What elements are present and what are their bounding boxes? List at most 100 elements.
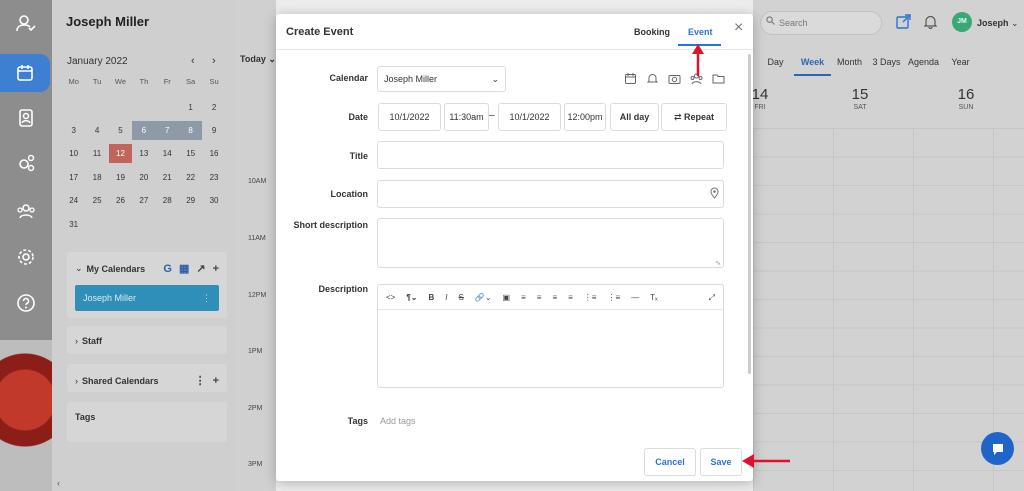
- fullscreen-icon[interactable]: ⤢: [709, 293, 715, 303]
- ordered-list-icon[interactable]: ⋮≡: [584, 293, 597, 302]
- calendar-day[interactable]: 2: [202, 103, 225, 112]
- windows-icon[interactable]: ▦: [179, 262, 189, 275]
- calendar-day[interactable]: 12: [108, 144, 133, 164]
- next-month-icon[interactable]: ›: [212, 55, 216, 67]
- image-icon[interactable]: ▣: [503, 293, 511, 302]
- prev-month-icon[interactable]: ‹: [191, 55, 195, 67]
- calendar-day[interactable]: 26: [109, 196, 132, 205]
- calendar-day[interactable]: 1: [179, 103, 202, 112]
- avatar[interactable]: JM: [952, 12, 972, 32]
- calendar-day[interactable]: 5: [109, 126, 132, 135]
- align-center-icon[interactable]: ≡: [537, 293, 542, 302]
- calendar-day[interactable]: 8: [178, 120, 203, 140]
- team-icon[interactable]: [0, 192, 52, 230]
- share-link-icon[interactable]: [896, 14, 911, 32]
- calendar-day[interactable]: 4: [85, 126, 108, 135]
- add-calendar-icon[interactable]: +: [213, 263, 219, 275]
- calendar-day[interactable]: 11: [85, 149, 108, 158]
- user-menu[interactable]: Joseph ⌄: [977, 18, 1019, 29]
- horizontal-rule-icon[interactable]: —: [631, 293, 639, 302]
- calendar-day[interactable]: 25: [85, 196, 108, 205]
- save-button[interactable]: Save: [700, 448, 742, 476]
- calendar-nav-icon[interactable]: [0, 54, 50, 92]
- tab-event[interactable]: Event: [688, 27, 713, 37]
- collapse-panel-icon[interactable]: ‹: [57, 478, 60, 488]
- calendar-icon[interactable]: [624, 72, 637, 85]
- calendar-day[interactable]: 16: [202, 149, 225, 158]
- settings-gear-icon[interactable]: [0, 238, 52, 276]
- staff-section[interactable]: › Staff: [67, 326, 227, 354]
- calendar-day[interactable]: 17: [62, 173, 85, 182]
- external-link-icon[interactable]: ↗: [196, 262, 205, 275]
- view-tab[interactable]: Week: [794, 57, 831, 76]
- view-tab[interactable]: Year: [942, 57, 979, 76]
- calendar-day[interactable]: 24: [62, 196, 85, 205]
- calendar-day[interactable]: 14: [156, 149, 179, 158]
- title-input[interactable]: [377, 141, 724, 169]
- all-day-toggle[interactable]: All day: [610, 103, 659, 131]
- calendar-day[interactable]: 28: [156, 196, 179, 205]
- calendar-day[interactable]: 13: [132, 149, 155, 158]
- calendar-day[interactable]: 22: [179, 173, 202, 182]
- tab-booking[interactable]: Booking: [634, 27, 670, 37]
- end-date-input[interactable]: 10/1/2022: [498, 103, 561, 131]
- calendar-day[interactable]: 3: [62, 126, 85, 135]
- today-button[interactable]: Today ⌄: [240, 54, 276, 65]
- contacts-icon[interactable]: [0, 99, 52, 137]
- bell-icon[interactable]: [646, 72, 659, 85]
- end-time-input[interactable]: 12:00pm: [564, 103, 606, 131]
- view-tab[interactable]: 3 Days: [868, 57, 905, 76]
- calendar-day[interactable]: 18: [85, 173, 108, 182]
- calendar-day[interactable]: 6: [132, 120, 156, 140]
- code-icon[interactable]: <>: [386, 293, 395, 302]
- cancel-button[interactable]: Cancel: [644, 448, 696, 476]
- calendar-day[interactable]: 31: [62, 220, 85, 229]
- calendar-item[interactable]: Joseph Miller ⋮: [75, 285, 219, 311]
- collapse-chevron-icon[interactable]: ⌄: [75, 263, 83, 274]
- calendar-day[interactable]: 9: [202, 126, 225, 135]
- user-check-icon[interactable]: [0, 4, 52, 42]
- resize-handle-icon[interactable]: ∿: [715, 259, 721, 267]
- dialog-scrollbar[interactable]: [748, 54, 751, 374]
- link-icon[interactable]: 🔗⌄: [475, 293, 492, 302]
- start-time-input[interactable]: 11:30am: [444, 103, 489, 131]
- italic-icon[interactable]: I: [445, 293, 447, 302]
- help-icon[interactable]: [0, 284, 52, 322]
- calendar-day[interactable]: 20: [132, 173, 155, 182]
- shared-calendars-section[interactable]: › Shared Calendars ⋮ +: [67, 364, 227, 392]
- bullet-list-icon[interactable]: ⋮≡: [607, 293, 620, 302]
- week-grid[interactable]: [753, 128, 1024, 491]
- bold-icon[interactable]: B: [429, 293, 435, 302]
- chat-button[interactable]: [981, 432, 1014, 465]
- clear-format-icon[interactable]: Tₓ: [650, 293, 658, 302]
- google-icon[interactable]: G: [163, 263, 172, 275]
- camera-icon[interactable]: [668, 72, 681, 85]
- calendar-day[interactable]: 21: [156, 173, 179, 182]
- paragraph-icon[interactable]: ¶⌄: [406, 293, 417, 302]
- calendar-day[interactable]: 27: [132, 196, 155, 205]
- align-left-icon[interactable]: ≡: [521, 293, 526, 302]
- calendar-day[interactable]: 30: [202, 196, 225, 205]
- short-description-input[interactable]: ∿: [377, 218, 724, 268]
- calendar-day[interactable]: 15: [179, 149, 202, 158]
- calendar-day[interactable]: 23: [202, 173, 225, 182]
- view-tab[interactable]: Day: [757, 57, 794, 76]
- strikethrough-icon[interactable]: S: [459, 293, 464, 302]
- close-icon[interactable]: ×: [734, 19, 743, 37]
- calendar-day[interactable]: 19: [109, 173, 132, 182]
- folder-icon[interactable]: [712, 72, 725, 85]
- view-tab[interactable]: Agenda: [905, 57, 942, 76]
- search-input[interactable]: Search: [760, 11, 882, 35]
- integrations-gear-icon[interactable]: [0, 144, 52, 182]
- calendar-day[interactable]: 7: [155, 120, 179, 140]
- tags-input[interactable]: Add tags: [380, 416, 416, 426]
- justify-icon[interactable]: ≡: [568, 293, 573, 302]
- bell-icon[interactable]: [923, 14, 938, 32]
- calendar-select[interactable]: Joseph Miller ⌄: [377, 66, 506, 92]
- more-icon[interactable]: ⋮: [195, 374, 206, 387]
- repeat-button[interactable]: ⇄ Repeat: [661, 103, 727, 131]
- more-icon[interactable]: ⋮: [202, 293, 211, 304]
- add-shared-icon[interactable]: +: [213, 375, 219, 387]
- start-date-input[interactable]: 10/1/2022: [378, 103, 441, 131]
- location-input[interactable]: [377, 180, 724, 208]
